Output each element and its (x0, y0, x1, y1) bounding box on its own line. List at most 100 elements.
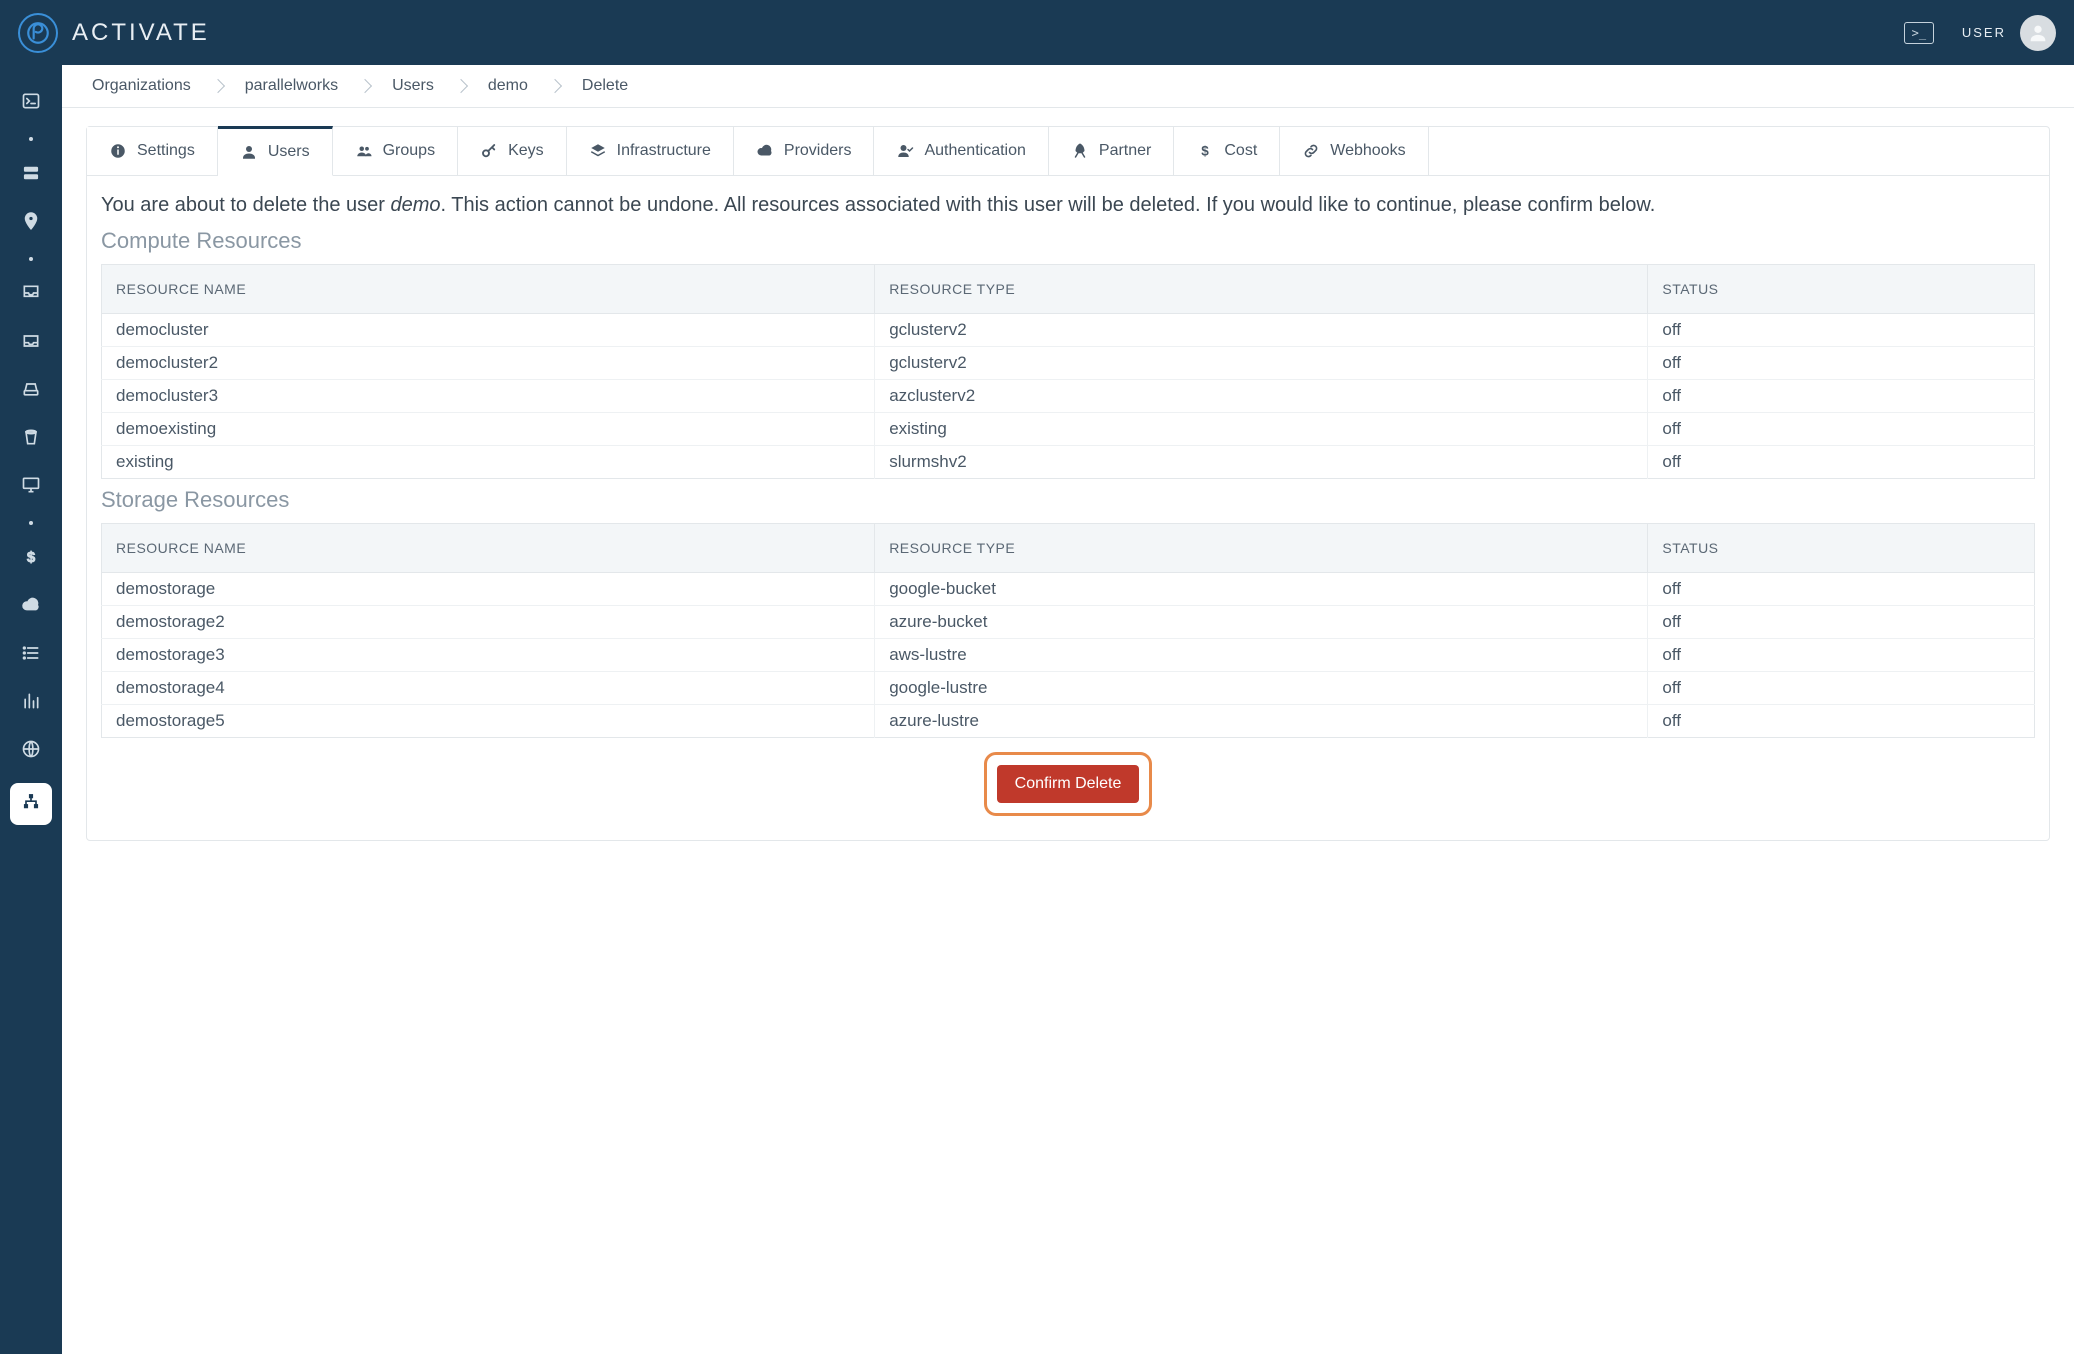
cell-type: azure-lustre (875, 705, 1648, 738)
table-row: democlustergclusterv2off (102, 314, 2035, 347)
tab-cost[interactable]: $ Cost (1174, 127, 1280, 175)
sidebar-item-list[interactable] (0, 631, 62, 679)
tab-label: Webhooks (1330, 142, 1405, 160)
storage-heading: Storage Resources (101, 487, 2035, 513)
dollar-icon: $ (1196, 142, 1214, 160)
tab-label: Keys (508, 142, 544, 160)
tab-providers[interactable]: Providers (734, 127, 875, 175)
cell-name: democluster3 (102, 380, 875, 413)
cell-status: off (1648, 446, 2035, 479)
compute-heading: Compute Resources (101, 228, 2035, 254)
cell-name: demostorage (102, 573, 875, 606)
tab-label: Users (268, 143, 310, 161)
sidebar-item-globe[interactable] (0, 727, 62, 775)
cell-type: gclusterv2 (875, 347, 1648, 380)
inbox2-icon (21, 331, 41, 356)
cell-type: azclusterv2 (875, 380, 1648, 413)
link-icon (1302, 142, 1320, 160)
cell-type: gclusterv2 (875, 314, 1648, 347)
cell-name: existing (102, 446, 875, 479)
brand-logo[interactable]: ACTIVATE (18, 13, 210, 53)
confirm-delete-highlight: Confirm Delete (984, 752, 1153, 816)
sidebar-item-dollar[interactable]: $ (0, 535, 62, 583)
tab-label: Settings (137, 142, 195, 160)
sidebar-item-barchart[interactable] (0, 679, 62, 727)
compute-col-status: STATUS (1648, 265, 2035, 314)
cell-type: slurmshv2 (875, 446, 1648, 479)
cell-status: off (1648, 347, 2035, 380)
bucket-icon (21, 427, 41, 452)
breadcrumb-item[interactable]: Users (386, 73, 440, 99)
sidebar-item-org[interactable] (10, 783, 52, 825)
sidebar-item-drive[interactable] (0, 367, 62, 415)
table-row: demostorage2azure-bucketoff (102, 606, 2035, 639)
cell-name: demostorage2 (102, 606, 875, 639)
tab-label: Providers (784, 142, 852, 160)
cell-type: azure-bucket (875, 606, 1648, 639)
delete-warning: You are about to delete the user demo. T… (101, 190, 2035, 220)
tab-partner[interactable]: Partner (1049, 127, 1174, 175)
chevron-right-icon (548, 79, 562, 93)
cloud-icon (21, 595, 41, 620)
chevron-right-icon (358, 79, 372, 93)
tab-label: Infrastructure (617, 142, 711, 160)
drive-icon (21, 379, 41, 404)
tab-keys[interactable]: Keys (458, 127, 567, 175)
user-label[interactable]: USER (1962, 25, 2006, 40)
tab-users[interactable]: Users (218, 126, 333, 176)
group-icon (355, 142, 373, 160)
sidebar-item-cloud[interactable] (0, 583, 62, 631)
breadcrumb-item[interactable]: demo (482, 73, 534, 99)
logo-icon (18, 13, 58, 53)
tab-authentication[interactable]: Authentication (874, 127, 1048, 175)
sidebar-item-inbox[interactable] (0, 271, 62, 319)
compute-col-type: RESOURCE TYPE (875, 265, 1648, 314)
cloud-icon (756, 142, 774, 160)
inbox-icon (21, 283, 41, 308)
cell-status: off (1648, 639, 2035, 672)
sidebar-item-bucket[interactable] (0, 415, 62, 463)
storage-col-status: STATUS (1648, 524, 2035, 573)
usercheck-icon (896, 142, 914, 160)
table-row: democluster3azclusterv2off (102, 380, 2035, 413)
cell-status: off (1648, 413, 2035, 446)
tab-label: Cost (1224, 142, 1257, 160)
sidebar-item-terminal[interactable] (0, 79, 62, 127)
tab-webhooks[interactable]: Webhooks (1280, 127, 1428, 175)
table-row: demostorage3aws-lustreoff (102, 639, 2035, 672)
terminal-icon (21, 91, 41, 116)
chevron-right-icon (454, 79, 468, 93)
breadcrumb-item[interactable]: parallelworks (239, 73, 344, 99)
terminal-icon: >_ (1912, 26, 1926, 40)
table-row: demostorage5azure-lustreoff (102, 705, 2035, 738)
compute-table: RESOURCE NAME RESOURCE TYPE STATUS democ… (101, 264, 2035, 479)
breadcrumb: Organizations parallelworks Users demo Delet… (62, 65, 2074, 108)
tab-groups[interactable]: Groups (333, 127, 458, 175)
breadcrumb-item[interactable]: Organizations (86, 73, 197, 99)
sidebar-item-inbox2[interactable] (0, 319, 62, 367)
tab-settings[interactable]: Settings (87, 127, 218, 175)
cell-name: demostorage3 (102, 639, 875, 672)
storage-col-type: RESOURCE TYPE (875, 524, 1648, 573)
sidebar-item-pin[interactable] (0, 199, 62, 247)
cell-type: google-lustre (875, 672, 1648, 705)
tabs: Settings Users Groups Keys Infrastructure Pro… (87, 127, 2049, 176)
confirm-delete-button[interactable]: Confirm Delete (997, 765, 1140, 803)
compute-col-name: RESOURCE NAME (102, 265, 875, 314)
table-row: democluster2gclusterv2off (102, 347, 2035, 380)
info-icon (109, 142, 127, 160)
content: Organizations parallelworks Users demo Delet… (62, 65, 2074, 1354)
tab-infrastructure[interactable]: Infrastructure (567, 127, 734, 175)
sidebar-item-monitor[interactable] (0, 463, 62, 511)
layers-icon (589, 142, 607, 160)
org-icon (21, 792, 41, 817)
breadcrumb-item: Delete (576, 73, 634, 99)
user-icon (240, 143, 258, 161)
brand-text: ACTIVATE (72, 19, 210, 47)
avatar[interactable] (2020, 15, 2056, 51)
sidebar-item-server[interactable] (0, 151, 62, 199)
avatar-icon (2027, 22, 2049, 44)
cell-status: off (1648, 573, 2035, 606)
sidebar-separator (29, 521, 33, 525)
terminal-button[interactable]: >_ (1904, 22, 1934, 44)
